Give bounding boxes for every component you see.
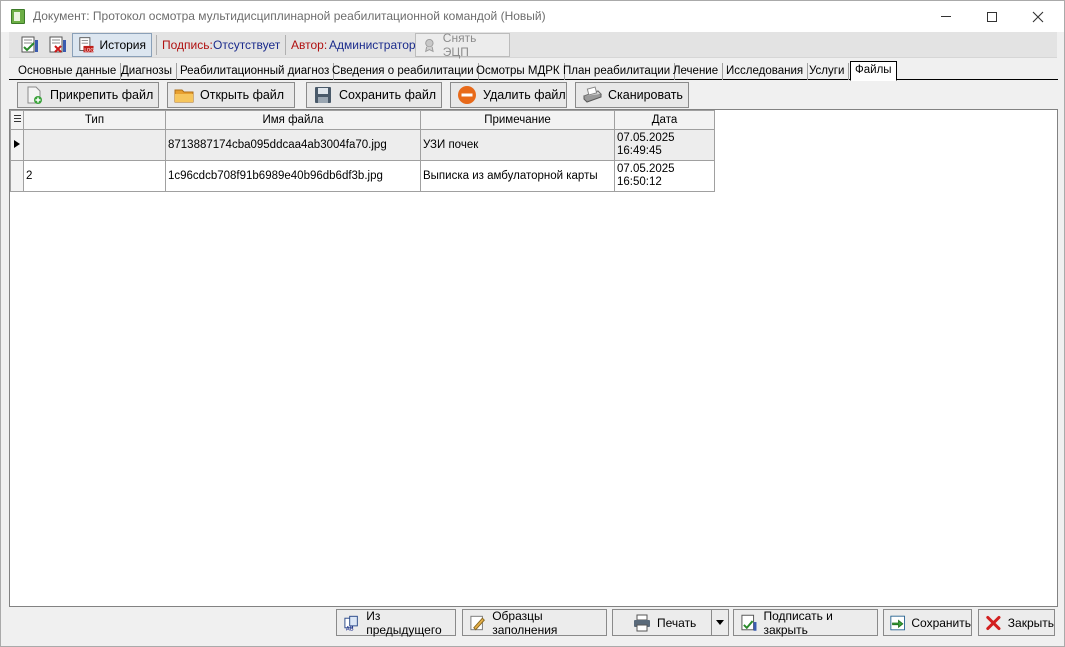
open-file-label: Открыть файл: [200, 88, 285, 102]
tab-main-data[interactable]: Основные данные: [14, 63, 122, 80]
sign-check-icon[interactable]: [19, 35, 39, 55]
close-label: Закрыть: [1007, 615, 1054, 630]
cell-type: [23, 129, 166, 161]
document-window: Документ: Протокол осмотра мультидисципл…: [0, 0, 1065, 647]
open-file-button[interactable]: Открыть файл: [167, 82, 295, 108]
fill-templates-button[interactable]: Образцы заполнения: [462, 608, 607, 637]
files-grid[interactable]: Тип Имя файла Примечание Дата 8713887174…: [9, 109, 1058, 607]
print-dropdown-button[interactable]: [711, 609, 729, 636]
save-file-button[interactable]: Сохранить файл: [306, 82, 442, 108]
document-green-icon: [11, 9, 25, 24]
tab-research[interactable]: Исследования: [722, 63, 809, 80]
author-value: Администратор: [329, 38, 416, 52]
file-actions-bar: Прикрепить файл Открыть файл Сохранить ф…: [9, 81, 1058, 109]
column-header-filename[interactable]: Имя файла: [165, 110, 421, 130]
history-button[interactable]: LOG История: [72, 33, 152, 57]
column-header-date[interactable]: Дата: [614, 110, 715, 130]
cell-date: 07.05.2025 16:49:45: [614, 129, 715, 161]
template-pencil-icon: [470, 615, 485, 630]
tab-files[interactable]: Файлы: [850, 61, 897, 81]
attach-file-label: Прикрепить файл: [50, 88, 154, 102]
remove-ecp-label: Снять ЭЦП: [442, 31, 477, 59]
table-row[interactable]: 2 1c96cdcb708f91b6989e40b96db6df3b.jpg В…: [10, 160, 715, 192]
save-file-label: Сохранить файл: [339, 88, 437, 102]
sign-document-icon: [741, 614, 757, 631]
author-label: Автор:: [291, 38, 328, 52]
remove-ecp-button[interactable]: Снять ЭЦП: [415, 31, 510, 59]
row-indicator-icon: [10, 129, 24, 161]
maximize-icon: [987, 11, 997, 22]
tab-rehab-info[interactable]: Сведения о реабилитации: [328, 63, 479, 80]
open-folder-icon: [174, 89, 194, 103]
bottom-action-bar: AB Из предыдущего Образцы заполнения Печ…: [9, 608, 1058, 638]
close-red-x-icon: [986, 615, 1001, 630]
floppy-disk-icon: [315, 87, 331, 103]
delete-file-button[interactable]: Удалить файл: [450, 82, 567, 108]
sign-cancel-icon[interactable]: [47, 35, 67, 55]
delete-minus-icon: [458, 86, 476, 104]
print-button[interactable]: Печать: [612, 609, 712, 636]
attach-file-button[interactable]: Прикрепить файл: [17, 82, 159, 108]
sign-and-close-button[interactable]: Подписать и закрыть: [733, 608, 878, 637]
maximize-button[interactable]: [969, 1, 1015, 32]
save-label: Сохранить: [911, 615, 971, 630]
cell-filename: 1c96cdcb708f91b6989e40b96db6df3b.jpg: [165, 160, 421, 192]
toolbar-separator: [156, 35, 157, 55]
tab-diagnoses[interactable]: Диагнозы: [117, 63, 177, 80]
save-button[interactable]: Сохранить: [883, 609, 972, 636]
tab-rehab-diagnosis[interactable]: Реабилитационный диагноз: [176, 63, 335, 80]
signature-status: Отсутствует: [213, 38, 281, 52]
svg-text:AB: AB: [346, 626, 354, 631]
tab-services[interactable]: Услуги: [805, 63, 850, 80]
printer-icon: [634, 614, 650, 631]
cell-type: 2: [23, 160, 166, 192]
cell-note: Выписка из амбулаторной карты: [420, 160, 615, 192]
column-chooser-icon[interactable]: [10, 110, 24, 130]
cell-date: 07.05.2025 16:50:12: [614, 160, 715, 192]
tab-mdrk-exams[interactable]: Осмотры МДРК: [472, 63, 565, 80]
window-title: Документ: Протокол осмотра мультидисципл…: [33, 9, 546, 23]
title-bar: Документ: Протокол осмотра мультидисципл…: [1, 1, 1064, 32]
tab-treatment[interactable]: Лечение: [669, 63, 724, 80]
scanner-icon: [583, 86, 602, 103]
sign-and-close-label: Подписать и закрыть: [763, 608, 833, 637]
svg-text:LOG: LOG: [84, 47, 94, 53]
table-header-row: Тип Имя файла Примечание Дата: [10, 110, 715, 130]
copy-previous-icon: AB: [344, 615, 358, 632]
chevron-down-icon: [716, 620, 724, 625]
row-indicator: [10, 160, 24, 192]
scan-button[interactable]: Сканировать: [575, 82, 689, 108]
close-window-button[interactable]: [1015, 1, 1061, 32]
document-toolbar: LOG История Подпись: Отсутствует Автор: …: [9, 31, 1057, 59]
minimize-button[interactable]: [923, 1, 969, 32]
ecp-remove-icon: [425, 38, 434, 53]
signature-label: Подпись:: [162, 38, 213, 52]
cell-date-time: 16:50:12: [617, 176, 662, 188]
save-green-icon: [890, 615, 905, 630]
scan-label: Сканировать: [608, 88, 683, 102]
close-icon: [1032, 11, 1044, 22]
fill-templates-label: Образцы заполнения: [492, 608, 558, 637]
toolbar-separator: [285, 35, 286, 55]
from-previous-label: Из предыдущего: [366, 608, 442, 637]
cell-date-day: 07.05.2025: [617, 132, 675, 144]
cell-note: УЗИ почек: [420, 129, 615, 161]
cell-date-day: 07.05.2025: [617, 163, 675, 175]
cell-filename: 8713887174cba095ddcaa4ab3004fa70.jpg: [165, 129, 421, 161]
minimize-icon: [941, 16, 951, 17]
history-button-label: История: [99, 38, 146, 52]
table-row[interactable]: 8713887174cba095ddcaa4ab3004fa70.jpg УЗИ…: [10, 129, 715, 161]
attach-file-icon: [27, 86, 42, 104]
column-header-note[interactable]: Примечание: [420, 110, 615, 130]
delete-file-label: Удалить файл: [483, 88, 566, 102]
from-previous-button[interactable]: AB Из предыдущего: [336, 608, 456, 637]
tab-rehab-plan[interactable]: План реабилитации: [559, 63, 676, 80]
files-table: Тип Имя файла Примечание Дата 8713887174…: [10, 110, 715, 192]
close-button[interactable]: Закрыть: [978, 609, 1055, 636]
document-tabs: Основные данные Диагнозы Реабилитационны…: [9, 61, 1058, 81]
history-log-icon: LOG: [79, 37, 94, 53]
print-label: Печать: [657, 615, 697, 630]
cell-date-time: 16:49:45: [617, 145, 662, 157]
column-header-type[interactable]: Тип: [23, 110, 166, 130]
